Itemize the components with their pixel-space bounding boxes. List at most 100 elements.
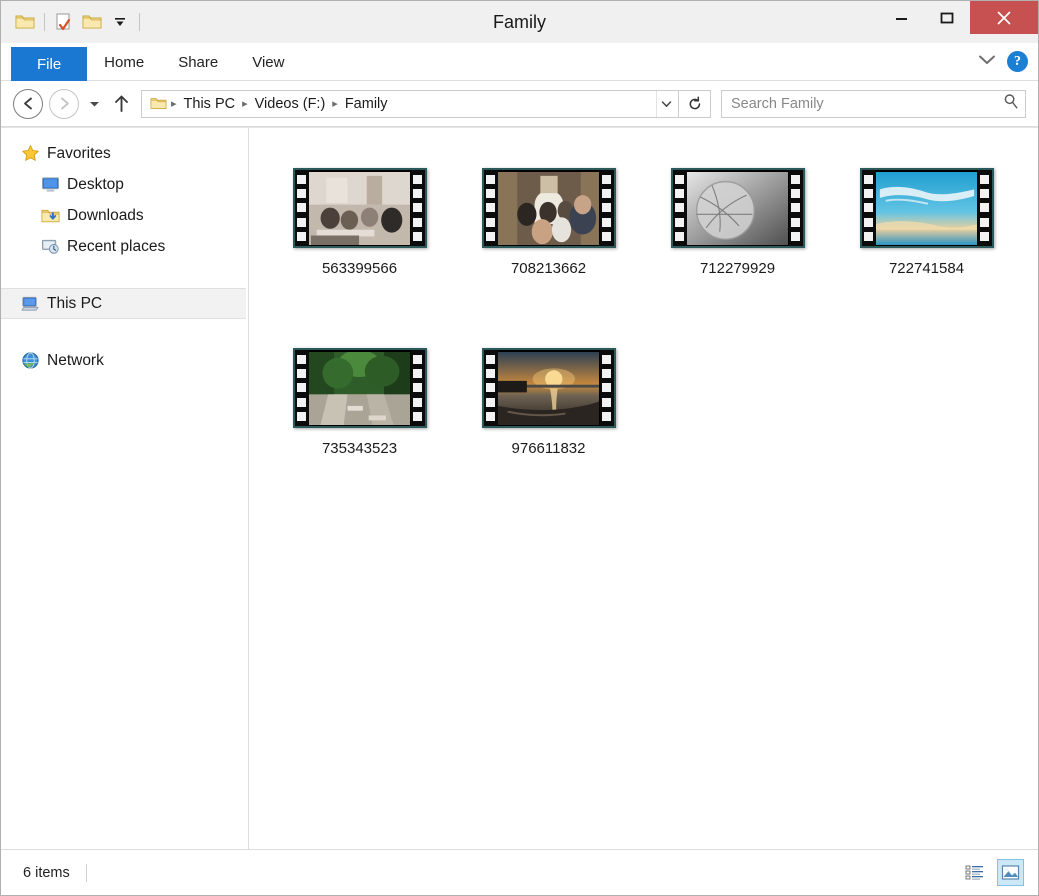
- minimize-button[interactable]: [878, 1, 924, 34]
- film-perforation-right: [410, 350, 425, 426]
- desktop-icon: [41, 176, 67, 193]
- toolbar-separator-2: [139, 13, 140, 31]
- properties-icon[interactable]: [50, 8, 78, 36]
- address-bar: ▸ This PC ▸ Videos (F:) ▸ Family: [1, 81, 1038, 127]
- file-name: 976611832: [511, 440, 586, 457]
- thumbnail: [481, 348, 616, 428]
- refresh-icon[interactable]: [679, 89, 711, 118]
- sidebar-gap-2: [1, 319, 248, 345]
- film-perforation-left: [483, 350, 498, 426]
- search-input[interactable]: [731, 95, 1003, 112]
- film-perforation-right: [599, 170, 614, 246]
- breadcrumb-videos-f[interactable]: Videos (F:): [251, 96, 330, 112]
- sidebar-item-favorites[interactable]: Favorites: [1, 138, 248, 169]
- breadcrumb-this-pc[interactable]: This PC: [180, 96, 240, 112]
- status-bar: 6 items: [1, 849, 1038, 895]
- sidebar-item-desktop[interactable]: Desktop: [1, 169, 248, 200]
- video-thumbnail-icon: [670, 168, 805, 248]
- thumbnail: [292, 348, 427, 428]
- large-icons-view-button[interactable]: [997, 859, 1024, 886]
- film-perforation-left: [294, 170, 309, 246]
- breadcrumb[interactable]: ▸ This PC ▸ Videos (F:) ▸ Family: [141, 89, 679, 118]
- ribbon-tab-bar: File Home Share View ?: [1, 43, 1038, 81]
- tab-view[interactable]: View: [235, 43, 301, 81]
- film-perforation-left: [483, 170, 498, 246]
- tab-share[interactable]: Share: [161, 43, 235, 81]
- film-perforation-right: [788, 170, 803, 246]
- view-mode-buttons: [961, 850, 1024, 895]
- close-button[interactable]: [970, 1, 1038, 34]
- sidebar-item-this-pc[interactable]: This PC: [1, 288, 246, 319]
- file-item[interactable]: 735343523: [265, 348, 454, 528]
- video-thumbnail-icon: [292, 348, 427, 428]
- tab-home[interactable]: Home: [87, 43, 161, 81]
- video-thumbnail-icon: [859, 168, 994, 248]
- breadcrumb-family[interactable]: Family: [341, 96, 392, 112]
- sidebar-item-label: Network: [47, 351, 104, 369]
- back-button[interactable]: [13, 88, 43, 119]
- item-count: 6 items: [23, 864, 70, 881]
- file-explorer-window: Family File Home Share View ? ▸ This PC …: [0, 0, 1039, 896]
- file-name: 712279929: [699, 260, 776, 277]
- new-folder-icon[interactable]: [78, 8, 106, 36]
- file-list-view[interactable]: 563399566 708213662 712279929 722741584 …: [249, 128, 1038, 849]
- details-view-button[interactable]: [961, 859, 988, 886]
- video-thumbnail-icon: [481, 168, 616, 248]
- sidebar-item-label: Recent places: [67, 237, 166, 255]
- video-thumbnail-icon: [292, 168, 427, 248]
- title-bar: Family: [1, 1, 1038, 43]
- film-perforation-right: [410, 170, 425, 246]
- file-item[interactable]: 722741584: [832, 168, 1021, 348]
- film-perforation-left: [294, 350, 309, 426]
- status-divider: [85, 863, 87, 882]
- file-item[interactable]: 708213662: [454, 168, 643, 348]
- up-button[interactable]: [107, 89, 135, 119]
- sidebar-item-recent-places[interactable]: Recent places: [1, 231, 248, 262]
- chevron-down-icon[interactable]: [977, 53, 997, 71]
- sidebar-item-downloads[interactable]: Downloads: [1, 200, 248, 231]
- toolbar-separator-1: [44, 13, 45, 31]
- recent-places-icon: [41, 238, 67, 256]
- navigation-pane: Favorites Desktop Downloads Recent place…: [1, 128, 249, 849]
- search-icon[interactable]: [1003, 93, 1019, 114]
- file-item[interactable]: 976611832: [454, 348, 643, 528]
- sidebar-item-label: Favorites: [47, 144, 111, 162]
- customize-dropdown-icon[interactable]: [106, 8, 134, 36]
- sidebar-item-label: Desktop: [67, 175, 124, 193]
- thumbnail: [481, 168, 616, 248]
- file-item[interactable]: 712279929: [643, 168, 832, 348]
- downloads-icon: [41, 207, 67, 225]
- previous-locations-icon[interactable]: [656, 90, 676, 117]
- this-pc-icon: [21, 295, 47, 313]
- tab-file[interactable]: File: [11, 47, 88, 81]
- file-name: 708213662: [510, 260, 587, 277]
- breadcrumb-separator[interactable]: ▸: [168, 97, 180, 110]
- ribbon-right-controls: ?: [977, 43, 1028, 80]
- search-box[interactable]: [721, 89, 1026, 118]
- video-thumbnail-icon: [481, 348, 616, 428]
- thumbnail: [670, 168, 805, 248]
- thumbnail: [292, 168, 427, 248]
- help-icon[interactable]: ?: [1007, 51, 1028, 72]
- breadcrumb-separator[interactable]: ▸: [239, 97, 251, 110]
- file-name: 722741584: [888, 260, 965, 277]
- quick-access-toolbar: [1, 1, 145, 43]
- folder-icon[interactable]: [11, 8, 39, 36]
- file-name: 563399566: [321, 260, 398, 277]
- network-icon: [21, 351, 47, 370]
- sidebar-item-network[interactable]: Network: [1, 345, 248, 376]
- maximize-button[interactable]: [924, 1, 970, 34]
- film-perforation-left: [861, 170, 876, 246]
- forward-button[interactable]: [49, 88, 79, 119]
- explorer-body: Favorites Desktop Downloads Recent place…: [1, 127, 1038, 849]
- sidebar-gap-1: [1, 262, 248, 288]
- sidebar-item-label: Downloads: [67, 206, 144, 224]
- recent-locations-icon[interactable]: [85, 89, 103, 119]
- file-name: 735343523: [321, 440, 398, 457]
- breadcrumb-separator[interactable]: ▸: [329, 97, 341, 110]
- file-grid: 563399566 708213662 712279929 722741584 …: [265, 168, 1038, 528]
- folder-icon: [148, 96, 168, 111]
- file-item[interactable]: 563399566: [265, 168, 454, 348]
- sidebar-item-label: This PC: [47, 294, 103, 312]
- film-perforation-left: [672, 170, 687, 246]
